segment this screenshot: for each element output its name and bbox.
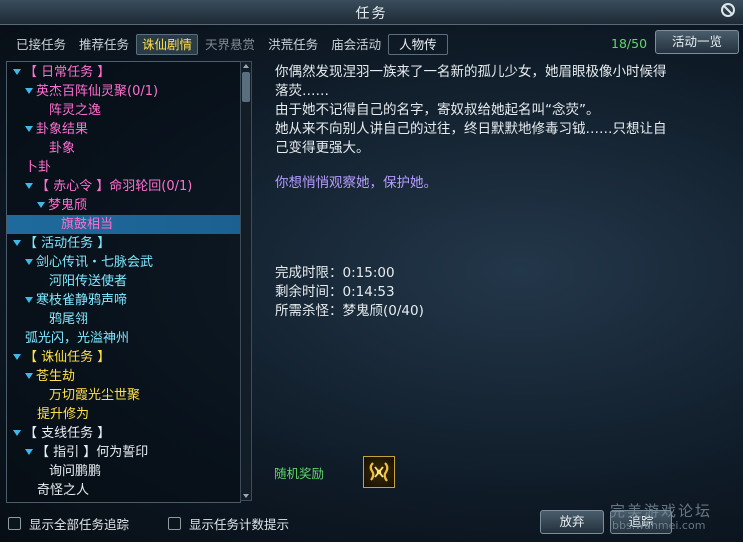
desc-line: 落荧……	[275, 83, 329, 99]
reward-label: 随机奖励	[274, 466, 325, 481]
watermark-url: bbs.wanmei.com	[612, 519, 706, 532]
quest-tree-row[interactable]: 弧光闪，光溢神州	[7, 329, 240, 348]
quest-tree-label: 卜卦	[25, 160, 52, 175]
quest-tree-row[interactable]: 【 支线任务 】	[7, 424, 240, 443]
time-limit: 完成时限：0:15:00	[275, 265, 395, 281]
expand-arrow-icon[interactable]	[13, 430, 21, 436]
quest-tree-label: 奇怪之人	[37, 483, 90, 498]
quest-tree-row[interactable]: 【 指引 】何为誓印	[7, 443, 240, 462]
desc-line: 你偶然发现涅羽一族来了一名新的孤儿少女，她眉眼极像小时候得	[275, 64, 667, 80]
show-count-hint-option[interactable]: 显示任务计数提示	[168, 514, 289, 533]
expand-arrow-icon[interactable]	[25, 297, 33, 303]
quest-tree-label: 卦象结果	[36, 122, 89, 137]
expand-arrow-icon[interactable]	[13, 240, 21, 246]
quest-tree-row[interactable]: 【 日常任务 】	[7, 63, 240, 82]
quest-tree-label: 苍生劫	[36, 369, 76, 384]
kill-requirement: 所需杀怪：梦鬼颀(0/40)	[275, 303, 424, 319]
tab-honghuang[interactable]: 洪荒任务	[262, 34, 324, 55]
expand-arrow-icon[interactable]	[37, 202, 45, 208]
tab-biography[interactable]: 人物传	[388, 34, 448, 55]
tab-accepted[interactable]: 已接任务	[10, 34, 72, 55]
quest-tree-label: 【 诛仙任务 】	[24, 350, 111, 365]
quest-tree-label: 【 活动任务 】	[24, 236, 111, 251]
quest-hint: 你想悄悄观察她，保护她。	[275, 175, 437, 191]
quest-tree-row[interactable]: 卦象结果	[7, 120, 240, 139]
show-all-tracking-checkbox[interactable]	[8, 517, 21, 530]
expand-arrow-icon[interactable]	[25, 449, 33, 455]
quest-tree-row[interactable]: 梦鬼颀	[7, 196, 240, 215]
quest-tree-label: 卦象	[49, 141, 76, 156]
expand-arrow-icon[interactable]	[13, 69, 21, 75]
quest-tree-label: 提升修为	[37, 407, 90, 422]
time-remaining: 剩余时间：0:14:53	[275, 284, 395, 300]
quest-tree-row[interactable]: 【 活动任务 】	[7, 234, 240, 253]
expand-arrow-icon[interactable]	[25, 88, 33, 94]
quest-tree-row[interactable]: 卜卦	[7, 158, 240, 177]
quest-tabs: 已接任务 推荐任务 诛仙剧情 天界悬赏 洪荒任务 庙会活动 人物传	[10, 34, 449, 55]
desc-line: 她从来不向别人讲自己的过往，终日默默地修毒习钺……只想让自	[275, 121, 667, 137]
tab-heaven-bounty[interactable]: 天界悬赏	[199, 34, 261, 55]
show-all-tracking-option[interactable]: 显示全部任务追踪	[8, 514, 129, 533]
quest-tree-row[interactable]: 鸦尾翎	[7, 310, 240, 329]
quest-tree-row[interactable]: 河阳传送使者	[7, 272, 240, 291]
quest-tree-row[interactable]: 万切霞光尘世聚	[7, 386, 240, 405]
scroll-down-icon[interactable]	[241, 492, 251, 500]
quest-tree-label: 【 日常任务 】	[24, 65, 111, 80]
quest-tree-label: 【 指引 】何为誓印	[36, 445, 149, 460]
quest-tree-row[interactable]: 剑心传讯・七脉会武	[7, 253, 240, 272]
quest-tree-row[interactable]: 苍生劫	[7, 367, 240, 386]
watermark-logo: 完美游戏论坛	[610, 502, 713, 520]
quest-tree-label: 【 支线任务 】	[24, 426, 111, 441]
quest-tree-row[interactable]: 英杰百阵仙灵聚(0/1)	[7, 82, 240, 101]
quest-tree-label: 英杰百阵仙灵聚(0/1)	[36, 84, 159, 99]
quest-tree-row[interactable]: 【 诛仙任务 】	[7, 348, 240, 367]
quest-tree-row[interactable]: 奇怪之人	[7, 481, 240, 500]
quest-tree-row[interactable]: 阵灵之逸	[7, 101, 240, 120]
quest-tree-row[interactable]: 寒枝雀静鸦声啼	[7, 291, 240, 310]
desc-line: 己变得更强大。	[275, 140, 370, 156]
tab-temple-fair[interactable]: 庙会活动	[325, 34, 387, 55]
quest-tree-row[interactable]: 提升修为	[7, 405, 240, 424]
expand-arrow-icon[interactable]	[13, 354, 21, 360]
show-all-tracking-label: 显示全部任务追踪	[29, 517, 130, 532]
window-titlebar: 任务	[0, 0, 743, 25]
quest-tree-row[interactable]: 询问鹏鹏	[7, 462, 240, 481]
quest-tree-label: 阵灵之逸	[49, 103, 102, 118]
expand-arrow-icon[interactable]	[25, 259, 33, 265]
scroll-up-icon[interactable]	[241, 62, 251, 70]
scroll-thumb[interactable]	[242, 72, 250, 102]
quest-tree-row[interactable]: 旗鼓相当	[7, 215, 240, 234]
quest-tree-label: 寒枝雀静鸦声啼	[36, 293, 128, 308]
expand-arrow-icon[interactable]	[25, 183, 33, 189]
golden-rune-icon[interactable]	[363, 456, 395, 488]
quest-tree-label: 弧光闪，光溢神州	[25, 331, 130, 346]
quest-tree: 【 日常任务 】英杰百阵仙灵聚(0/1) 阵灵之逸卦象结果卦象卜卦【 赤心令 】命…	[6, 61, 241, 503]
expand-arrow-icon[interactable]	[25, 373, 33, 379]
quest-tree-row[interactable]: 卦象	[7, 139, 240, 158]
quest-tree-label: 旗鼓相当	[61, 217, 114, 232]
activity-list-button[interactable]: 活动一览	[655, 30, 739, 54]
quest-tree-label: 剑心传讯・七脉会武	[36, 255, 154, 270]
show-count-hint-label: 显示任务计数提示	[189, 517, 290, 532]
abandon-button[interactable]: 放弃	[540, 510, 604, 534]
quest-tree-label: 梦鬼颀	[48, 198, 88, 213]
quest-tree-scrollbar[interactable]	[240, 61, 252, 501]
window-title: 任务	[355, 6, 388, 22]
desc-line: 由于她不记得自己的名字，寄奴叔给她起名叫“念荧”。	[275, 102, 600, 118]
quest-tree-label: 河阳传送使者	[49, 274, 128, 289]
quest-description: 你偶然发现涅羽一族来了一名新的孤儿少女，她眉眼极像小时候得 落荧…… 由于她不记…	[275, 63, 715, 158]
close-icon[interactable]	[721, 3, 735, 17]
quest-tree-label: 【 赤心令 】命羽轮回(0/1)	[36, 179, 193, 194]
quest-detail: 你偶然发现涅羽一族来了一名新的孤儿少女，她眉眼极像小时候得 落荧…… 由于她不记…	[262, 61, 740, 501]
tab-zhuxian-story[interactable]: 诛仙剧情	[136, 34, 199, 55]
quest-tree-label: 鸦尾翎	[49, 312, 89, 327]
show-count-hint-checkbox[interactable]	[168, 517, 181, 530]
quest-tree-label: 询问鹏鹏	[49, 464, 102, 479]
quest-tree-label: 万切霞光尘世聚	[49, 388, 141, 403]
expand-arrow-icon[interactable]	[25, 126, 33, 132]
quest-count: 18/50	[611, 36, 648, 51]
quest-tree-row[interactable]: 【 赤心令 】命羽轮回(0/1)	[7, 177, 240, 196]
tab-recommended[interactable]: 推荐任务	[73, 34, 135, 55]
